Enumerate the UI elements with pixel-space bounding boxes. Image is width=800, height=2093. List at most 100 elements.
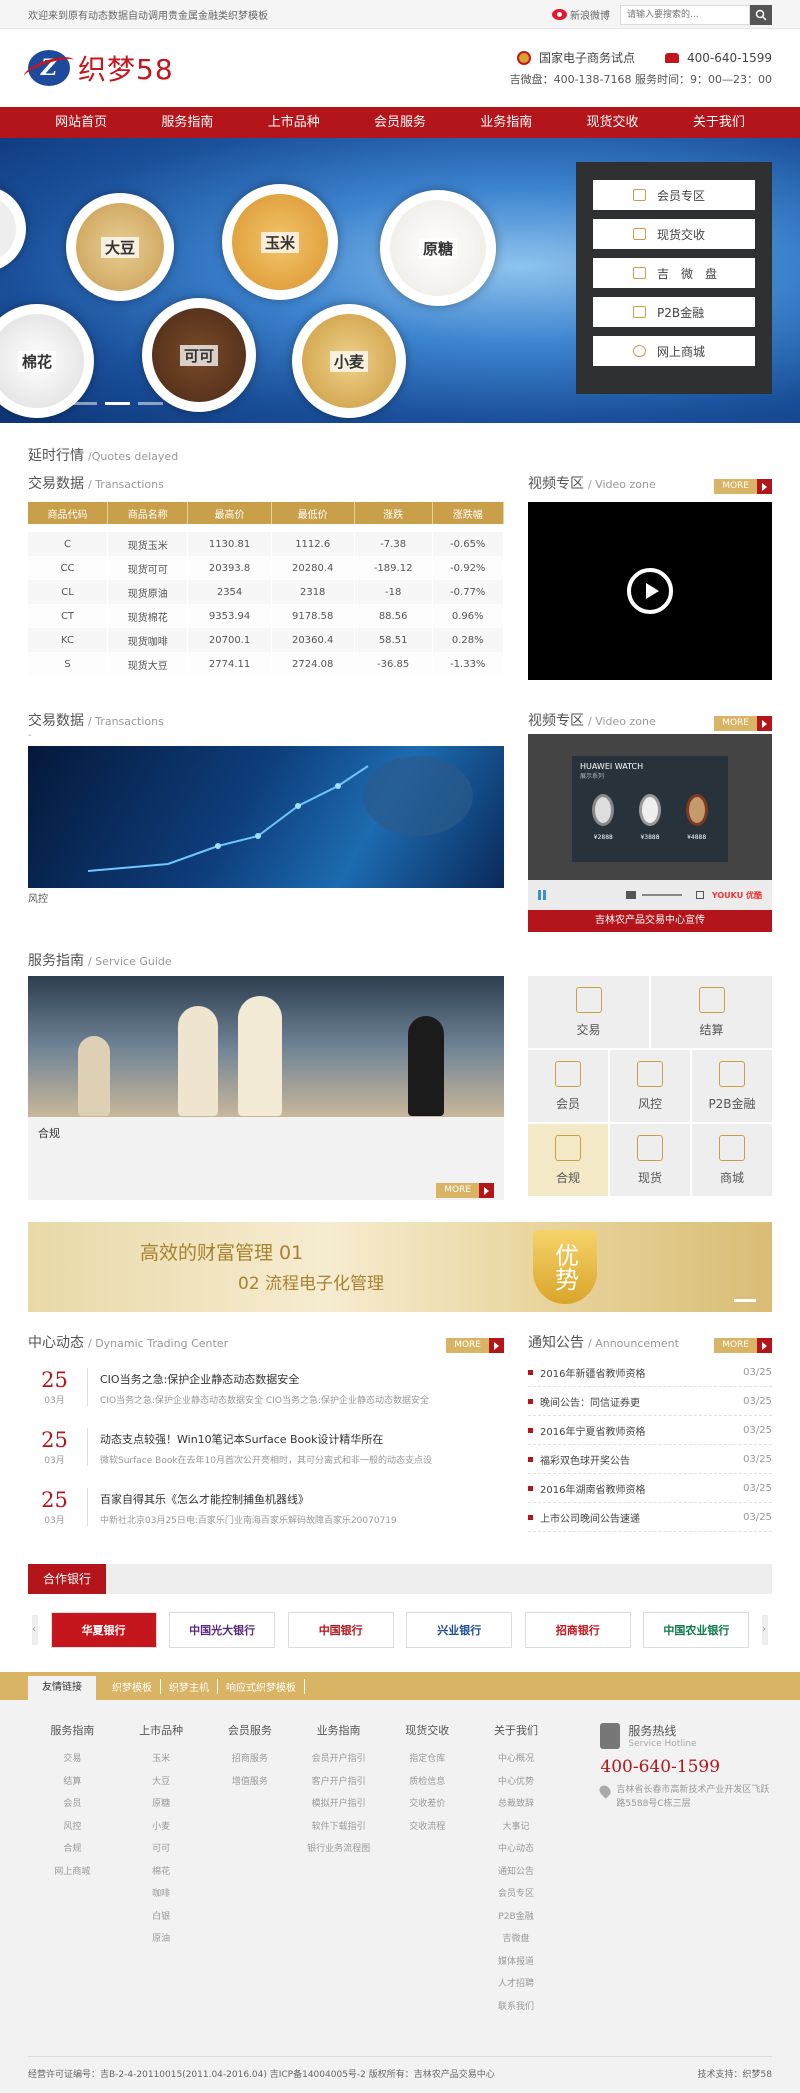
service-settlement[interactable]: 结算 <box>651 976 772 1048</box>
footer-link[interactable]: 会员开户指引 <box>294 1748 383 1771</box>
friend-link[interactable]: 响应式织梦模板 <box>218 1678 305 1694</box>
nav-spot-delivery[interactable]: 现货交收 <box>559 107 665 138</box>
footer-link[interactable]: 软件下载指引 <box>294 1816 383 1839</box>
bank-logo[interactable]: 中国银行 <box>287 1612 394 1648</box>
footer-link[interactable]: 玉米 <box>117 1748 206 1771</box>
video2-more-button[interactable]: MORE <box>714 716 772 731</box>
service-compliance[interactable]: 合规 <box>528 1124 608 1196</box>
play-icon[interactable] <box>627 568 673 614</box>
advantage-banner[interactable]: 高效的财富管理 01 02 流程电子化管理 优势 <box>28 1222 772 1312</box>
notice-item[interactable]: 福彩双色球开奖公告 03/25 <box>528 1445 772 1474</box>
service-spot[interactable]: 现货 <box>610 1124 690 1196</box>
footer-link[interactable]: 咖啡 <box>117 1883 206 1906</box>
banner-dot[interactable] <box>72 402 97 405</box>
footer-link[interactable]: 质检信息 <box>383 1771 472 1794</box>
footer-link[interactable]: 中心动态 <box>472 1838 561 1861</box>
footer-link[interactable]: 人才招聘 <box>472 1973 561 1996</box>
video-more-button[interactable]: MORE <box>714 479 772 494</box>
banner-dot-active[interactable] <box>105 402 130 405</box>
footer-link[interactable]: 会员专区 <box>472 1883 561 1906</box>
footer-link[interactable]: 招商服务 <box>205 1748 294 1771</box>
bank-logo[interactable]: 中国光大银行 <box>169 1612 276 1648</box>
footer-link[interactable]: 交收流程 <box>383 1816 472 1839</box>
video-player[interactable] <box>528 502 772 680</box>
footer-link[interactable]: 中心优势 <box>472 1771 561 1794</box>
search-input[interactable] <box>620 4 750 25</box>
fullscreen-icon[interactable] <box>696 891 704 899</box>
footer-link[interactable]: 交收差价 <box>383 1793 472 1816</box>
service-member[interactable]: 会员 <box>528 1050 608 1122</box>
service-trade[interactable]: 交易 <box>528 976 649 1048</box>
footer-link[interactable]: 指定仓库 <box>383 1748 472 1771</box>
footer-link[interactable]: P2B金融 <box>472 1906 561 1929</box>
pause-icon[interactable] <box>538 890 546 900</box>
volume-icon[interactable] <box>626 891 636 899</box>
footer-link[interactable]: 交易 <box>28 1748 117 1771</box>
banner-dot[interactable] <box>138 402 163 405</box>
footer-link[interactable]: 风控 <box>28 1816 117 1839</box>
footer-link[interactable]: 联系我们 <box>472 1996 561 2019</box>
friend-link[interactable]: 织梦主机 <box>161 1678 218 1694</box>
footer-link[interactable]: 原糖 <box>117 1793 206 1816</box>
jiweipan-button[interactable]: 吉 微 盘 <box>593 258 755 288</box>
weibo-link[interactable]: 新浪微博 <box>552 7 610 22</box>
bank-logo[interactable]: 招商银行 <box>524 1612 631 1648</box>
footer-link[interactable]: 大事记 <box>472 1816 561 1839</box>
footer-link[interactable]: 可可 <box>117 1838 206 1861</box>
footer-link[interactable]: 中心概况 <box>472 1748 561 1771</box>
footer-link[interactable]: 会员 <box>28 1793 117 1816</box>
notice-more-button[interactable]: MORE <box>714 1338 772 1353</box>
notice-item[interactable]: 晚间公告：同信证券更 03/25 <box>528 1387 772 1416</box>
news-item[interactable]: 25 03月 百家自得其乐《怎么才能控制捕鱼机器线》 中新社北京03月25日电:百家… <box>28 1488 504 1534</box>
p2b-finance-button[interactable]: P2B金融 <box>593 297 755 327</box>
news-item[interactable]: 25 03月 动态支点较强！Win10笔记本Surface Book设计精华所在微… <box>28 1428 504 1474</box>
footer-link[interactable]: 网上商城 <box>28 1861 117 1884</box>
video2-caption[interactable]: 吉林农产品交易中心宣传 <box>528 910 772 932</box>
bank-logo[interactable]: 兴业银行 <box>406 1612 513 1648</box>
footer-link[interactable]: 结算 <box>28 1771 117 1794</box>
news-item[interactable]: 25 03月 CIO当务之急:保护企业静态动态数据安全 CIO当务之急:保护企业静态… <box>28 1368 504 1414</box>
bank-prev-icon[interactable]: ‹ <box>32 1615 38 1645</box>
notice-item[interactable]: 2016年新疆省教师资格 03/25 <box>528 1358 772 1387</box>
nav-service-guide[interactable]: 服务指南 <box>134 107 240 138</box>
dynamic-more-button[interactable]: MORE <box>446 1338 504 1353</box>
nav-home[interactable]: 网站首页 <box>28 107 134 138</box>
chess-image[interactable] <box>28 976 504 1117</box>
member-zone-button[interactable]: 会员专区 <box>593 180 755 210</box>
service-mall[interactable]: 商城 <box>692 1124 772 1196</box>
friend-link[interactable]: 织梦模板 <box>104 1678 161 1694</box>
service-p2b[interactable]: P2B金融 <box>692 1050 772 1122</box>
video2-player[interactable]: HUAWEI WATCH 展示系列 ¥2888 ¥3888 ¥4888 YOUKU … <box>528 734 772 910</box>
footer-link[interactable]: 银行业务流程图 <box>294 1838 383 1861</box>
transactions-image[interactable] <box>28 746 504 888</box>
notice-item[interactable]: 上市公司晚间公告速递 03/25 <box>528 1503 772 1532</box>
site-logo[interactable]: Z 织梦58 <box>28 48 174 88</box>
spot-delivery-button[interactable]: 现货交收 <box>593 219 755 249</box>
bank-logo[interactable]: 中国农业银行 <box>643 1612 750 1648</box>
footer-link[interactable]: 棉花 <box>117 1861 206 1884</box>
footer-link[interactable]: 模拟开户指引 <box>294 1793 383 1816</box>
nav-listed-products[interactable]: 上市品种 <box>241 107 347 138</box>
footer-link[interactable]: 客户开户指引 <box>294 1771 383 1794</box>
search-button[interactable] <box>750 4 772 25</box>
footer-link[interactable]: 小麦 <box>117 1816 206 1839</box>
friend-links-tab[interactable]: 友情链接 <box>28 1676 96 1700</box>
footer-link[interactable]: 大豆 <box>117 1771 206 1794</box>
service-more-button[interactable]: MORE <box>436 1183 494 1198</box>
footer-link[interactable]: 增值服务 <box>205 1771 294 1794</box>
footer-link[interactable]: 通知公告 <box>472 1861 561 1884</box>
online-mall-button[interactable]: 网上商城 <box>593 336 755 366</box>
footer-link[interactable]: 白银 <box>117 1906 206 1929</box>
nav-business-guide[interactable]: 业务指南 <box>453 107 559 138</box>
footer-link[interactable]: 原油 <box>117 1928 206 1951</box>
bank-logo[interactable]: 华夏银行 <box>50 1612 157 1648</box>
service-risk[interactable]: 风控 <box>610 1050 690 1122</box>
footer-link[interactable]: 总裁致辞 <box>472 1793 561 1816</box>
footer-link[interactable]: 媒体报道 <box>472 1951 561 1974</box>
nav-about-us[interactable]: 关于我们 <box>666 107 772 138</box>
volume-slider[interactable] <box>642 894 682 896</box>
footer-link[interactable]: 合规 <box>28 1838 117 1861</box>
nav-member-service[interactable]: 会员服务 <box>347 107 453 138</box>
notice-item[interactable]: 2016年湖南省教师资格 03/25 <box>528 1474 772 1503</box>
bank-next-icon[interactable]: › <box>761 1615 768 1645</box>
